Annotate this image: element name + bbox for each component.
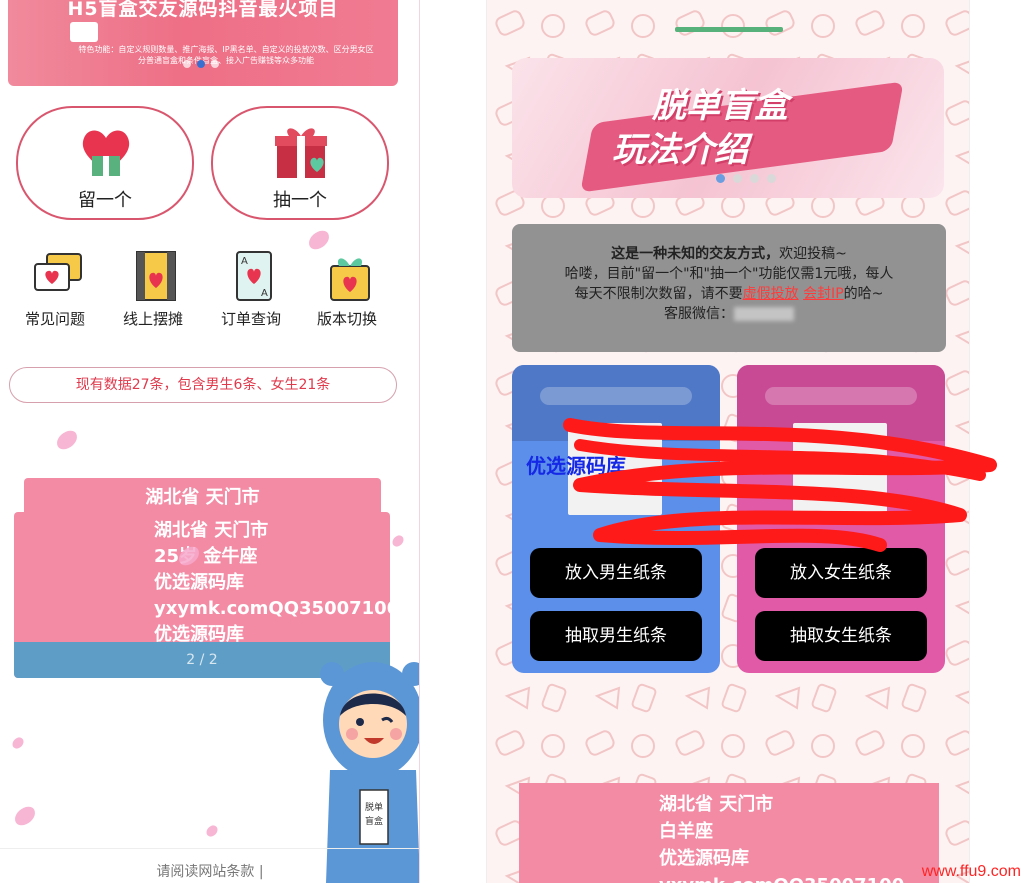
data-stats-bar: 现有数据27条，包含男生6条、女生21条 <box>9 367 397 403</box>
intro-title-line2: 玩法介绍 <box>612 130 748 170</box>
put-female-note-button[interactable]: 放入女生纸条 <box>755 548 927 598</box>
banner-title: H5盲盒交友源码抖音最火项目 <box>67 0 339 20</box>
falling-petal <box>10 735 26 751</box>
intro-carousel[interactable]: 脱单盲盒 玩法介绍 <box>512 58 944 198</box>
svg-text:A: A <box>241 256 248 267</box>
falling-petal <box>53 428 81 452</box>
falling-petal <box>11 804 39 828</box>
notice-line-4: 客服微信： <box>528 304 930 324</box>
left-phone-screen: H5盲盒交友源码抖音最火项目 特色功能：自定义规则数量、推广海报、IP黑名单、自… <box>0 0 420 883</box>
carousel-dot[interactable] <box>733 174 742 183</box>
svg-text:盲盒: 盲盒 <box>365 815 383 827</box>
faq-button[interactable]: 常见问题 <box>10 250 100 340</box>
carousel-dot[interactable] <box>750 174 759 183</box>
draw-one-button[interactable]: 抽一个 <box>211 106 389 220</box>
heart-gift-icon <box>82 130 130 176</box>
result-line: 优选源码库 <box>659 848 749 869</box>
result-line: 湖北省 天门市 <box>659 794 774 815</box>
gift-box-icon <box>275 128 327 178</box>
male-box-slot <box>540 387 692 405</box>
falling-petal <box>390 533 406 549</box>
draw-one-label: 抽一个 <box>273 190 327 211</box>
blurred-wechat-id <box>734 307 794 321</box>
banner-dot[interactable] <box>211 60 219 68</box>
faq-chat-icon <box>34 253 82 291</box>
notice-line-1: 这是一种未知的交友方式，欢迎投稿~ <box>611 246 847 262</box>
result-card-lines: 湖北省 天门市 白羊座 优选源码库 yxymk.comQQ35007100 <box>659 791 904 883</box>
mascot-sign-text: 脱单 <box>365 801 383 813</box>
version-switch-button[interactable]: 版本切换 <box>302 250 392 340</box>
draw-female-note-button[interactable]: 抽取女生纸条 <box>755 611 927 661</box>
leave-one-button[interactable]: 留一个 <box>16 106 194 220</box>
note-card[interactable]: 湖北省 天门市 25岁 金牛座 优选源码库 yxymk.comQQ3500710… <box>14 512 390 678</box>
street-stall-button[interactable]: 线上摆摊 <box>108 250 198 340</box>
version-switch-label: 版本切换 <box>316 310 377 328</box>
film-strip-icon <box>136 251 176 301</box>
female-box-slot <box>765 387 917 405</box>
notice-line-2: 哈喽，目前"留一个"和"抽一个"功能仅需1元哦，每人 <box>564 266 894 282</box>
falling-petal <box>305 228 333 252</box>
banner-description: 特色功能：自定义规则数量、推广海报、IP黑名单、自定义的投放次数、区分男女区分普… <box>78 45 374 65</box>
site-watermark: www.ffu9.com <box>921 863 1021 880</box>
site-terms-link[interactable]: 请阅读网站条款 | <box>0 848 419 881</box>
note-line: yxymk.comQQ35007100 <box>154 598 390 619</box>
svg-text:A: A <box>261 288 268 299</box>
red-scribble-redaction <box>563 418 997 552</box>
gift-heart-icon <box>330 258 370 301</box>
playing-card-icon: A A <box>236 251 272 301</box>
envelope-icon <box>70 22 98 42</box>
order-query-button[interactable]: A A 订单查询 <box>206 250 296 340</box>
banner-indicator <box>183 60 219 68</box>
top-indicator-bar <box>675 27 783 32</box>
carousel-dot-active[interactable] <box>716 174 725 183</box>
carousel-indicator <box>716 174 776 183</box>
intro-title-line1: 脱单盲盒 <box>652 86 788 126</box>
draw-male-note-button[interactable]: 抽取男生纸条 <box>530 611 702 661</box>
result-card[interactable]: 湖北省 天门市 白羊座 优选源码库 yxymk.comQQ35007100 <box>519 783 939 883</box>
order-query-label: 订单查询 <box>220 310 281 328</box>
notice-panel: 这是一种未知的交友方式，欢迎投稿~ 哈喽，目前"留一个"和"抽一个"功能仅需1元… <box>512 224 946 352</box>
banner-dot-active[interactable] <box>197 60 205 68</box>
notice-line-3: 每天不限制次数留，请不要虚假投放 会封IP的哈~ <box>574 286 884 302</box>
result-line: 白羊座 <box>659 821 713 842</box>
screenshot-stage: H5盲盒交友源码抖音最火项目 特色功能：自定义规则数量、推广海报、IP黑名单、自… <box>0 0 1025 883</box>
note-line: 湖北省 天门市 <box>154 520 269 541</box>
leave-one-label: 留一个 <box>78 190 132 211</box>
banner-dot[interactable] <box>183 60 191 68</box>
promo-banner[interactable]: H5盲盒交友源码抖音最火项目 特色功能：自定义规则数量、推广海报、IP黑名单、自… <box>8 0 398 86</box>
carousel-dot[interactable] <box>767 174 776 183</box>
put-male-note-button[interactable]: 放入男生纸条 <box>530 548 702 598</box>
result-line: yxymk.comQQ35007100 <box>659 872 904 883</box>
faq-label: 常见问题 <box>24 310 85 328</box>
note-line: 优选源码库 <box>154 572 244 593</box>
falling-petal <box>204 823 220 839</box>
street-stall-label: 线上摆摊 <box>122 310 183 328</box>
note-card-lines: 湖北省 天门市 25岁 金牛座 优选源码库 yxymk.comQQ3500710… <box>154 518 390 648</box>
